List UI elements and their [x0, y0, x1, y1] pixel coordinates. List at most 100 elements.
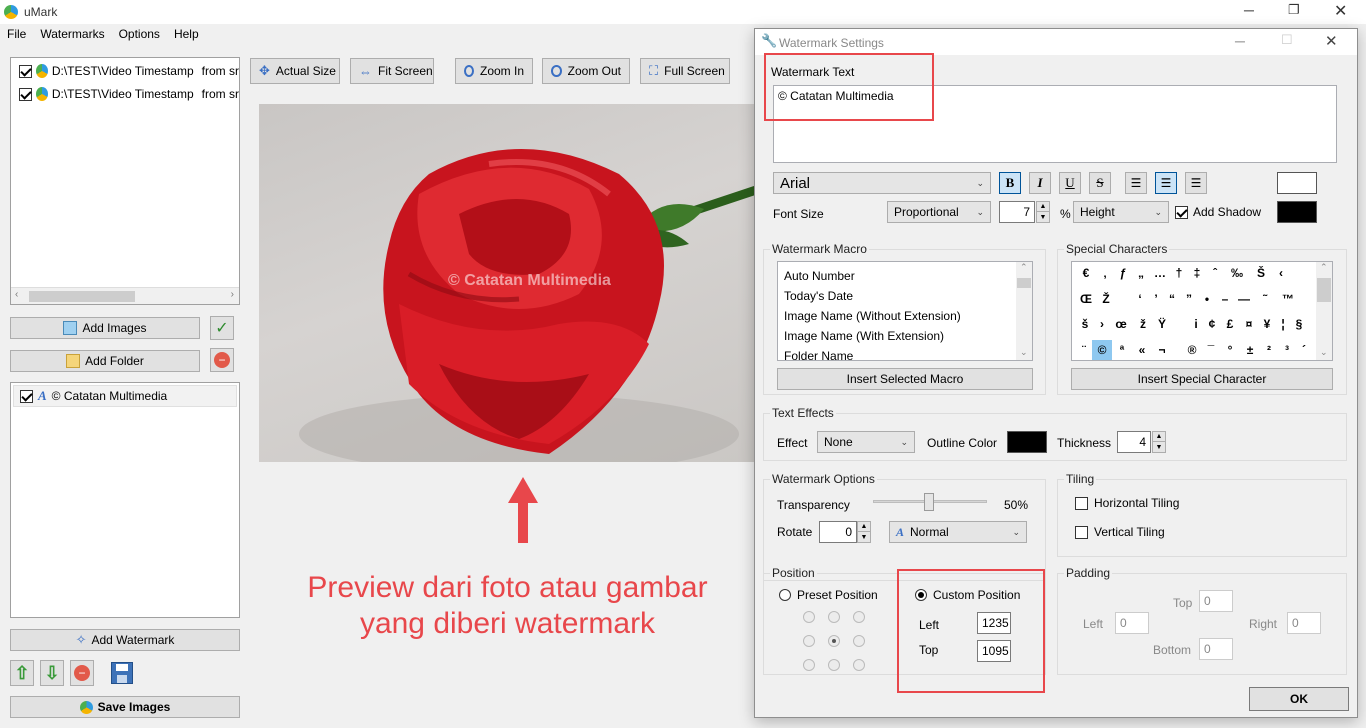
special-char[interactable]: € — [1076, 266, 1096, 280]
font-select[interactable]: Arial ⌄ — [773, 172, 991, 194]
check-button[interactable]: ✓ — [210, 316, 234, 340]
menu-file[interactable]: File — [7, 27, 26, 41]
special-char[interactable]: ƒ — [1114, 266, 1132, 280]
special-char[interactable]: ” — [1180, 292, 1198, 306]
special-char[interactable]: ž — [1132, 317, 1154, 331]
special-char-selected[interactable]: © — [1092, 340, 1112, 360]
special-char[interactable]: ’ — [1148, 292, 1164, 306]
preset-dot[interactable] — [853, 611, 865, 623]
special-char[interactable] — [1116, 292, 1132, 306]
strikethrough-button[interactable]: S — [1089, 172, 1111, 194]
scroll-thumb[interactable] — [29, 291, 135, 302]
add-images-button[interactable]: Add Images — [10, 317, 200, 339]
special-char[interactable]: ¥ — [1258, 317, 1276, 331]
shadow-color-swatch[interactable] — [1277, 201, 1317, 223]
thickness-input[interactable]: 4 — [1117, 431, 1151, 453]
special-char[interactable]: † — [1170, 266, 1188, 280]
horizontal-scrollbar[interactable]: ‹ › — [11, 287, 239, 304]
add-folder-button[interactable]: Add Folder — [10, 350, 200, 372]
special-char[interactable]: … — [1150, 266, 1170, 280]
special-char[interactable]: ´ — [1296, 343, 1312, 357]
special-char[interactable]: ˜ — [1254, 292, 1276, 306]
special-char[interactable]: « — [1132, 343, 1152, 357]
close-icon[interactable]: ✕ — [1334, 1, 1347, 21]
file-item[interactable]: D:\TEST\Video Timestamp from sr — [19, 87, 239, 101]
zoom-in-button[interactable]: Zoom In — [455, 58, 533, 84]
special-char[interactable]: – — [1216, 292, 1234, 306]
transparency-slider[interactable] — [873, 493, 987, 511]
special-char[interactable]: ¯ — [1202, 343, 1220, 357]
special-char[interactable]: ¤ — [1240, 317, 1258, 331]
file-item[interactable]: D:\TEST\Video Timestamp from sr — [19, 64, 239, 78]
zoom-out-button[interactable]: Zoom Out — [542, 58, 630, 84]
horizontal-tiling-checkbox[interactable]: Horizontal Tiling — [1075, 496, 1179, 510]
font-size-mode-select[interactable]: Proportional ⌄ — [887, 201, 991, 223]
menu-options[interactable]: Options — [119, 27, 160, 41]
macro-item[interactable]: Image Name (Without Extension) — [784, 306, 961, 326]
bold-button[interactable]: B — [999, 172, 1021, 194]
special-char[interactable]: ° — [1220, 343, 1240, 357]
special-char[interactable]: ® — [1182, 343, 1202, 357]
underline-button[interactable]: U — [1059, 172, 1081, 194]
slider-thumb[interactable] — [924, 493, 934, 511]
save-images-button[interactable]: Save Images — [10, 696, 240, 718]
special-char[interactable]: Œ — [1076, 292, 1096, 306]
special-char[interactable]: Š — [1250, 266, 1272, 280]
insert-macro-button[interactable]: Insert Selected Macro — [777, 368, 1033, 390]
preset-dot[interactable] — [828, 659, 840, 671]
special-char[interactable]: ¬ — [1152, 343, 1172, 357]
fit-screen-button[interactable]: ⇔ Fit Screen — [350, 58, 434, 84]
add-shadow-checkbox[interactable]: Add Shadow — [1175, 205, 1261, 219]
special-char[interactable]: ‘ — [1132, 292, 1148, 306]
macro-item[interactable]: Folder Name — [784, 346, 961, 360]
menu-watermarks[interactable]: Watermarks — [40, 27, 104, 41]
special-char[interactable]: Ž — [1096, 292, 1116, 306]
special-char[interactable]: § — [1290, 317, 1308, 331]
remove-button[interactable]: − — [210, 348, 234, 372]
preset-dot[interactable] — [803, 659, 815, 671]
actual-size-button[interactable]: ✥ Actual Size — [250, 58, 340, 84]
special-char[interactable]: š — [1076, 317, 1094, 331]
special-char[interactable]: › — [1094, 317, 1110, 331]
move-up-button[interactable]: ⇧ — [10, 660, 34, 686]
scroll-left-icon[interactable]: ‹ — [15, 289, 18, 300]
special-char[interactable]: — — [1234, 292, 1254, 306]
full-screen-button[interactable]: ⛶ Full Screen — [640, 58, 730, 84]
delete-watermark-button[interactable]: − — [70, 660, 94, 686]
special-char[interactable]: ™ — [1276, 292, 1300, 306]
macro-item[interactable]: Auto Number — [784, 266, 961, 286]
preset-dot[interactable] — [853, 659, 865, 671]
special-char[interactable]: ² — [1260, 343, 1278, 357]
special-char[interactable] — [1170, 317, 1188, 331]
rotate-stepper[interactable]: ▲ ▼ — [857, 521, 871, 543]
watermark-item[interactable]: A © Catatan Multimedia — [13, 385, 237, 407]
file-checkbox[interactable] — [19, 87, 32, 101]
restore-icon[interactable]: ❐ — [1288, 2, 1300, 18]
ok-button[interactable]: OK — [1249, 687, 1349, 711]
special-char[interactable]: „ — [1132, 266, 1150, 280]
file-list[interactable]: D:\TEST\Video Timestamp from sr D:\TEST\… — [10, 57, 240, 305]
dialog-minimize-icon[interactable]: ─ — [1235, 33, 1245, 49]
special-char[interactable]: ˆ — [1206, 266, 1224, 280]
special-char[interactable]: œ — [1110, 317, 1132, 331]
menu-help[interactable]: Help — [174, 27, 199, 41]
save-settings-icon[interactable] — [111, 662, 133, 684]
special-char[interactable]: “ — [1164, 292, 1180, 306]
special-char[interactable]: ¢ — [1204, 317, 1220, 331]
watermark-list[interactable]: A © Catatan Multimedia — [10, 382, 240, 618]
font-size-input[interactable]: 7 — [999, 201, 1035, 223]
dialog-close-icon[interactable]: ✕ — [1325, 32, 1338, 50]
move-down-button[interactable]: ⇩ — [40, 660, 64, 686]
thickness-stepper[interactable]: ▲ ▼ — [1152, 431, 1166, 453]
add-watermark-button[interactable]: ✧ Add Watermark — [10, 629, 240, 651]
special-char[interactable]: ‰ — [1224, 266, 1250, 280]
preview-image[interactable]: © Catatan Multimedia — [259, 104, 755, 462]
preset-dot[interactable] — [853, 635, 865, 647]
vertical-tiling-checkbox[interactable]: Vertical Tiling — [1075, 525, 1165, 539]
preset-position-radio[interactable]: Preset Position — [779, 588, 878, 602]
align-left-button[interactable]: ☰ — [1125, 172, 1147, 194]
font-size-stepper[interactable]: ▲ ▼ — [1036, 201, 1050, 223]
align-right-button[interactable]: ☰ — [1185, 172, 1207, 194]
macro-item[interactable]: Image Name (With Extension) — [784, 326, 961, 346]
font-color-swatch[interactable] — [1277, 172, 1317, 194]
